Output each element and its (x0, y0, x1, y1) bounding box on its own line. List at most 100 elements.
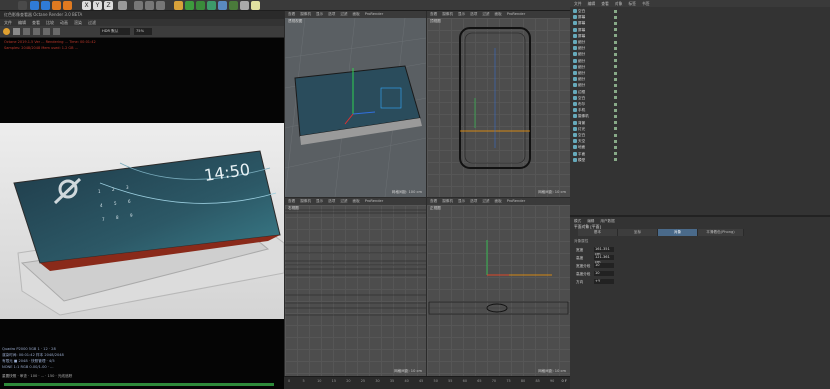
visibility-icon[interactable] (614, 46, 617, 50)
tab-object[interactable]: 对象 (658, 229, 698, 236)
field-value[interactable]: 10 (594, 271, 614, 276)
render-picture-viewer-icon[interactable] (145, 1, 154, 10)
visibility-icon[interactable] (614, 121, 617, 125)
subdivision-icon[interactable] (196, 1, 205, 10)
menu-panel[interactable]: 面板 (495, 11, 502, 18)
visibility-icon[interactable] (614, 102, 617, 106)
live-select-icon[interactable] (63, 1, 72, 10)
orientation-select[interactable]: 方向 +Y (576, 279, 614, 285)
menu-options[interactable]: 选项 (470, 198, 477, 205)
menu-view[interactable]: 查看 (32, 19, 40, 26)
move-icon[interactable] (30, 1, 39, 10)
field-value[interactable]: 161.351 cm (594, 247, 614, 256)
menu-camera[interactable]: 摄像机 (442, 11, 453, 18)
menu-filter[interactable]: 过滤 (482, 198, 489, 205)
scene-icon[interactable] (218, 1, 227, 10)
y-axis-lock-icon[interactable]: Y (93, 1, 102, 10)
visibility-icon[interactable] (614, 21, 617, 25)
environment-icon[interactable] (229, 1, 238, 10)
visibility-icon[interactable] (614, 139, 617, 143)
menu-bookmarks[interactable]: 书签 (642, 0, 650, 7)
lock-icon[interactable] (23, 28, 30, 35)
coord-system-icon[interactable] (118, 1, 127, 10)
region-icon[interactable] (33, 28, 40, 35)
timeline[interactable]: 0 5 10 15 20 25 30 35 40 45 50 55 60 65 70 75 80 85 90 0 F (284, 376, 570, 389)
object-row[interactable]: 模型 (570, 157, 830, 163)
undo-icon[interactable] (18, 1, 27, 10)
visibility-icon[interactable] (614, 65, 617, 69)
x-axis-lock-icon[interactable]: X (82, 1, 91, 10)
visibility-icon[interactable] (614, 158, 617, 162)
menu-camera[interactable]: 摄像机 (300, 11, 311, 18)
menu-panel[interactable]: 面板 (353, 198, 360, 205)
viewport-right[interactable]: 查看 摄像机 显示 选项 过滤 面板 ProRender 右视图 网格间距: 1… (285, 198, 426, 376)
menu-display[interactable]: 显示 (458, 198, 465, 205)
menu-panel[interactable]: 面板 (495, 198, 502, 205)
menu-view[interactable]: 查看 (430, 11, 437, 18)
menu-view[interactable]: 查看 (288, 11, 295, 18)
menu-camera[interactable]: 摄像机 (442, 198, 453, 205)
light-icon[interactable] (251, 1, 260, 10)
visibility-icon[interactable] (614, 15, 617, 19)
object-name[interactable]: 模型 (578, 157, 585, 163)
menu-display[interactable]: 显示 (316, 198, 323, 205)
visibility-icon[interactable] (614, 127, 617, 131)
menu-file[interactable]: 文件 (574, 0, 582, 7)
menu-camera[interactable]: 摄像机 (300, 198, 311, 205)
visibility-icon[interactable] (614, 133, 617, 137)
menu-prorender[interactable]: ProRender (507, 198, 526, 205)
zoom-select[interactable]: 75% (134, 28, 152, 35)
visibility-icon[interactable] (614, 152, 617, 156)
visibility-icon[interactable] (614, 40, 617, 44)
visibility-icon[interactable] (614, 114, 617, 118)
visibility-icon[interactable] (614, 108, 617, 112)
visibility-icon[interactable] (614, 28, 617, 32)
tab-basic[interactable]: 基本 (578, 229, 618, 236)
menu-display[interactable]: 显示 (458, 11, 465, 18)
viewport-front[interactable]: 查看 摄像机 显示 选项 过滤 面板 ProRender 正视图 网格间距: 1… (427, 198, 570, 376)
menu-render[interactable]: 渲染 (74, 19, 82, 26)
viewport-top[interactable]: 查看 摄像机 显示 选项 过滤 面板 ProRender 顶视图 网格间距: 1… (427, 11, 570, 197)
field-value[interactable]: 10 (594, 263, 614, 268)
menu-user-data[interactable]: 用户数据 (600, 219, 614, 224)
height-segments-field[interactable]: 高度分段 10 (576, 271, 614, 277)
visibility-icon[interactable] (614, 59, 617, 63)
visibility-icon[interactable] (614, 96, 617, 100)
visibility-icon[interactable] (614, 77, 617, 81)
menu-display[interactable]: 显示 (316, 11, 323, 18)
visibility-icon[interactable] (614, 145, 617, 149)
menu-view[interactable]: 查看 (601, 0, 609, 7)
visibility-icon[interactable] (614, 90, 617, 94)
menu-file[interactable]: 文件 (4, 19, 12, 26)
menu-edit[interactable]: 编辑 (18, 19, 26, 26)
tab-phong[interactable]: 平滑着色(Phong) (698, 229, 744, 236)
display-mode-select[interactable]: HDR 默认 (100, 28, 130, 35)
menu-options[interactable]: 选项 (470, 11, 477, 18)
menu-objects[interactable]: 对象 (615, 0, 623, 7)
rotate-icon[interactable] (52, 1, 61, 10)
menu-view[interactable]: 查看 (288, 198, 295, 205)
scale-icon[interactable] (41, 1, 50, 10)
menu-filter[interactable]: 过滤 (340, 11, 347, 18)
tab-coordinates[interactable]: 坐标 (618, 229, 658, 236)
save-icon[interactable] (53, 28, 60, 35)
render-view-icon[interactable] (134, 1, 143, 10)
menu-options[interactable]: 选项 (328, 198, 335, 205)
visibility-icon[interactable] (614, 83, 617, 87)
visibility-icon[interactable] (614, 9, 617, 13)
menu-options[interactable]: 选项 (328, 11, 335, 18)
menu-tags[interactable]: 标签 (628, 0, 636, 7)
z-axis-lock-icon[interactable]: Z (104, 1, 113, 10)
visibility-icon[interactable] (614, 34, 617, 38)
render-settings-icon[interactable] (156, 1, 165, 10)
menu-compare[interactable]: 比较 (46, 19, 54, 26)
menu-prorender[interactable]: ProRender (365, 11, 384, 18)
menu-view[interactable]: 查看 (430, 198, 437, 205)
visibility-icon[interactable] (614, 71, 617, 75)
cube-icon[interactable] (174, 1, 183, 10)
menu-edit[interactable]: 编辑 (588, 0, 596, 7)
pen-icon[interactable] (185, 1, 194, 10)
deformer-icon[interactable] (207, 1, 216, 10)
menu-filter[interactable]: 过滤 (88, 19, 96, 26)
visibility-icon[interactable] (614, 52, 617, 56)
